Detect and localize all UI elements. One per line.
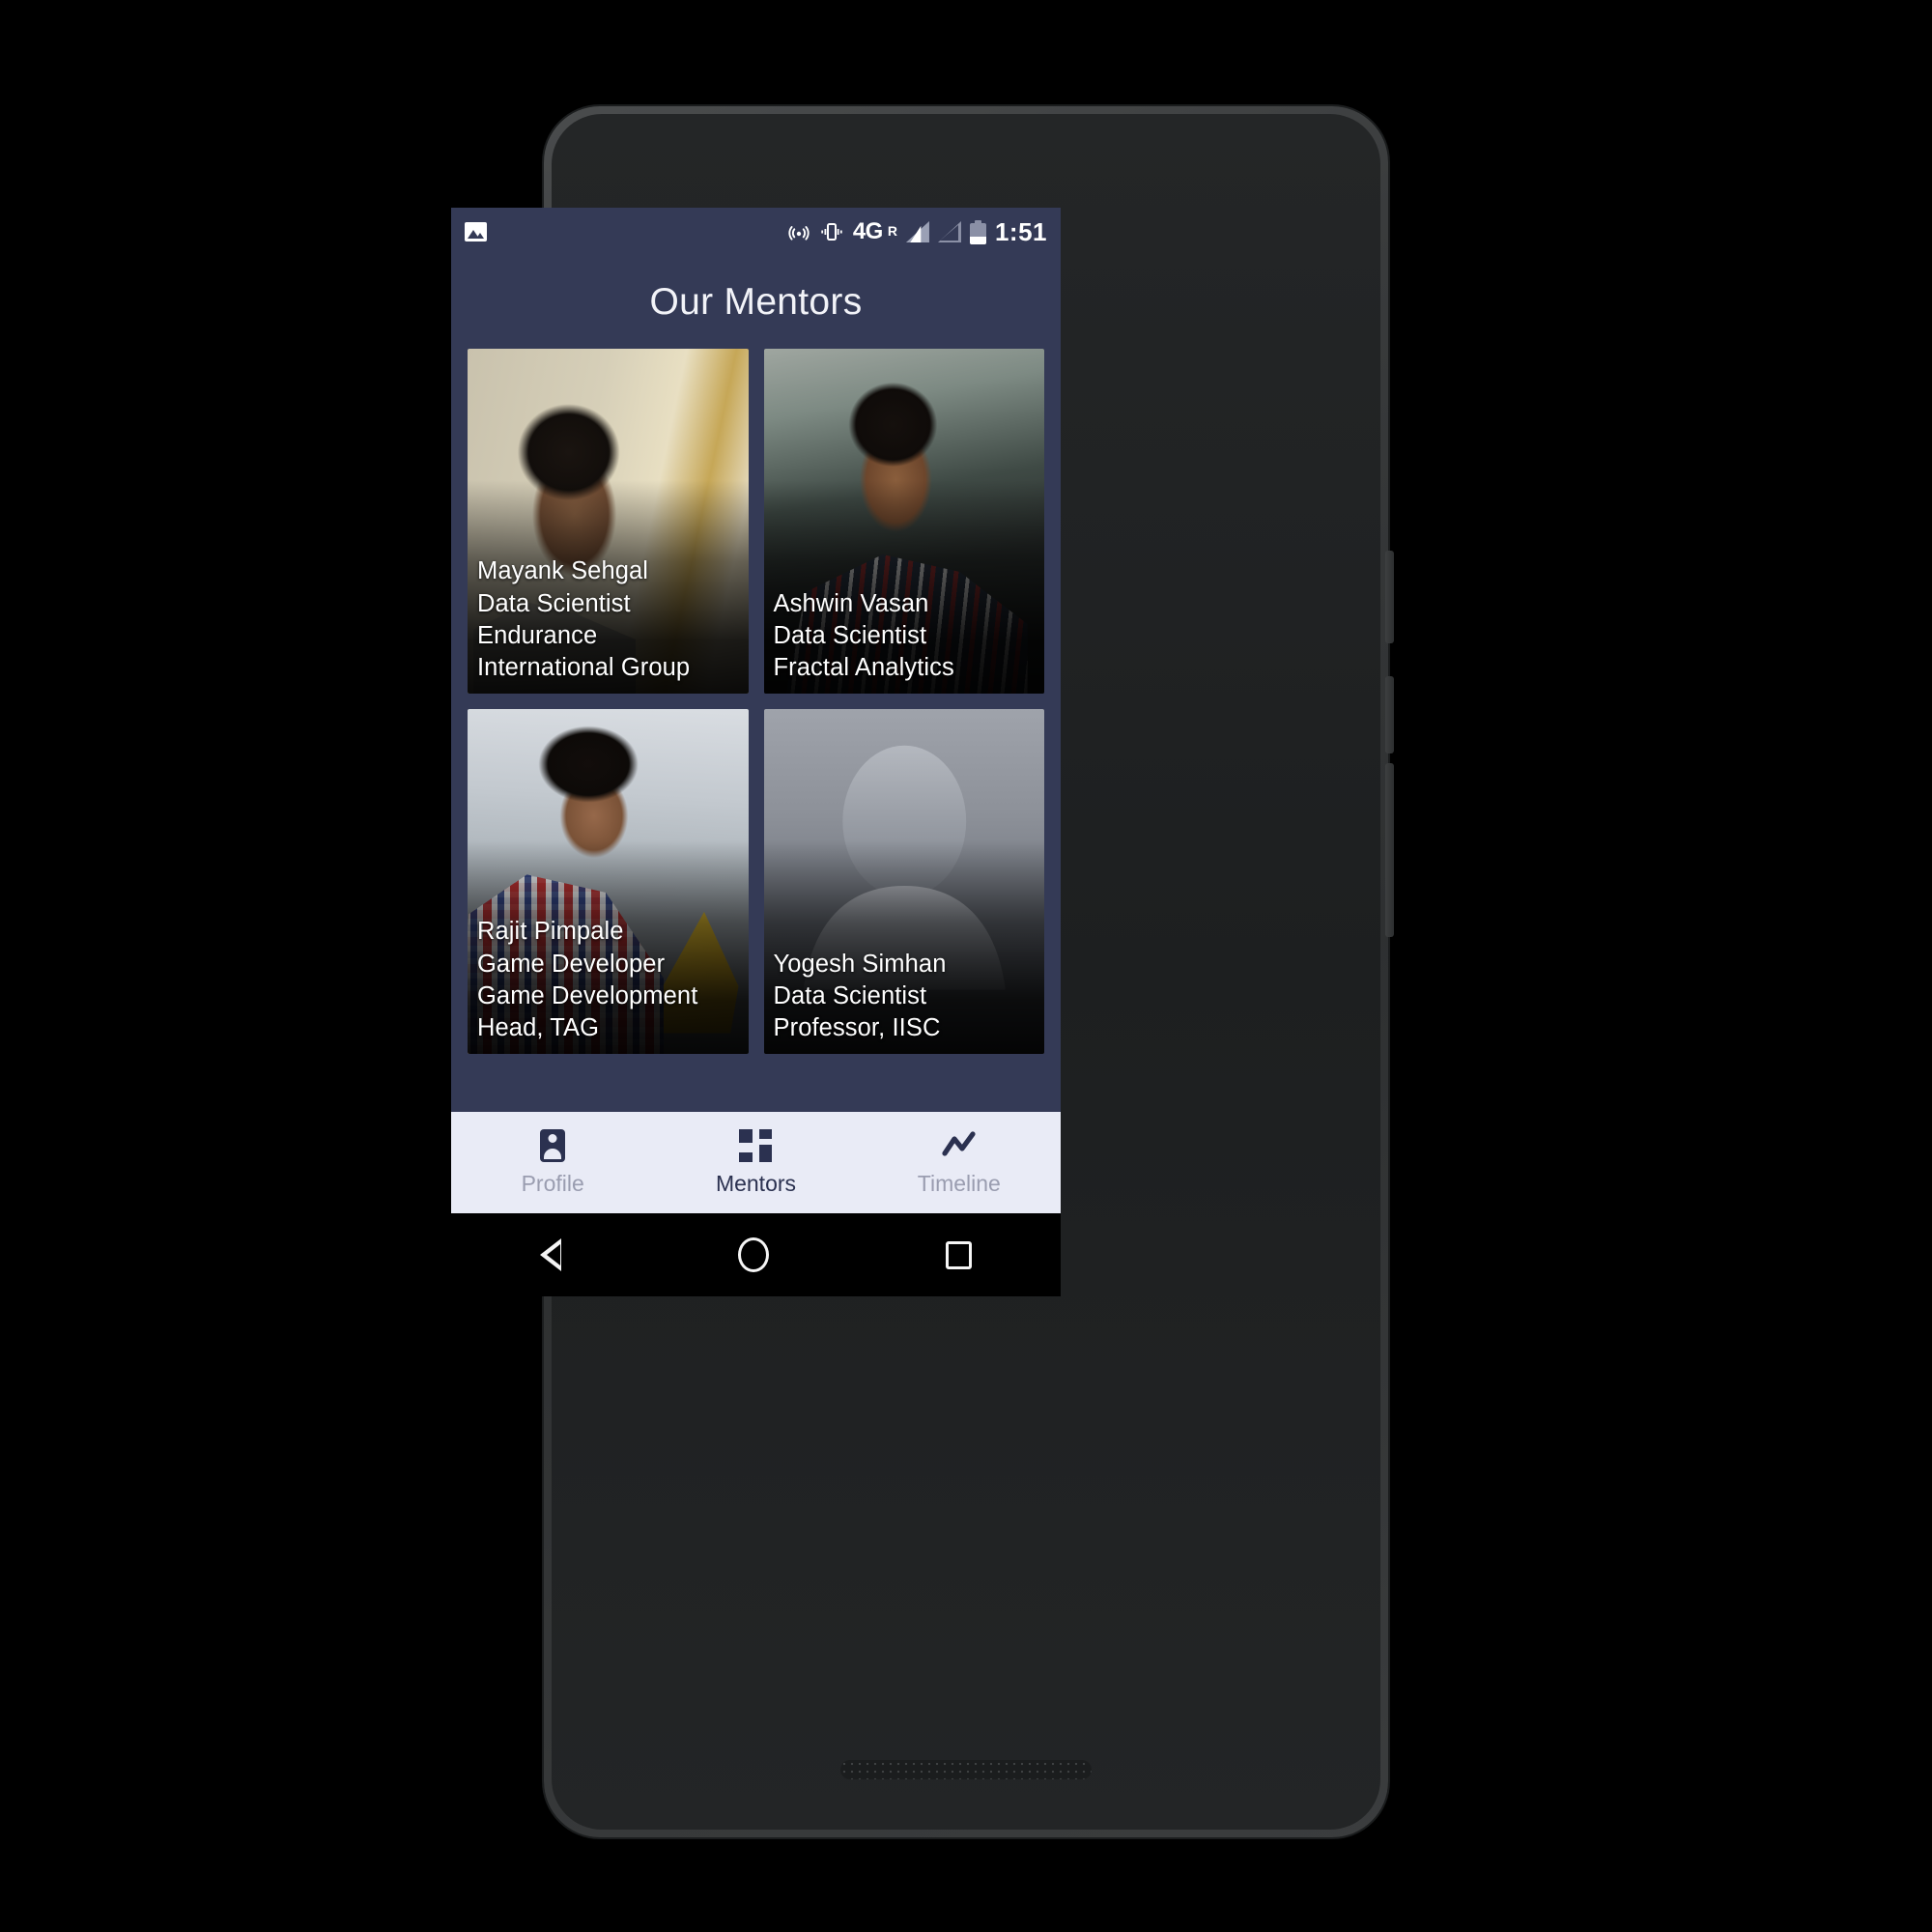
mentor-card[interactable]: Rajit Pimpale Game Developer Game Develo… xyxy=(468,709,749,1054)
bottom-speaker xyxy=(840,1760,1092,1779)
network-type-label: 4G xyxy=(852,218,884,244)
battery-icon xyxy=(969,219,986,244)
nav-tab-label: Timeline xyxy=(917,1170,1001,1196)
status-bar-clock: 1:51 xyxy=(994,216,1047,246)
mentor-card[interactable]: Mayank Sehgal Data Scientist Endurance I… xyxy=(468,349,749,694)
recents-square-icon[interactable] xyxy=(946,1240,973,1269)
screenshot-canvas: 4G R 1:51 Our Mentors Mayank Sehgal Data… xyxy=(0,0,1932,1932)
mentors-grid: Mayank Sehgal Data Scientist Endurance I… xyxy=(451,349,1061,1054)
nav-tab-label: Mentors xyxy=(715,1170,797,1196)
mentor-info: Rajit Pimpale Game Developer Game Develo… xyxy=(477,916,741,1044)
mentor-role: Data Scientist xyxy=(773,621,927,649)
contact-badge-icon xyxy=(534,1128,571,1164)
signal-empty-icon xyxy=(937,221,961,242)
mentor-card[interactable]: Ashwin Vasan Data Scientist Fractal Anal… xyxy=(763,349,1044,694)
mentor-name: Mayank Sehgal xyxy=(477,557,649,585)
android-system-nav xyxy=(451,1213,1061,1296)
mentor-org: Endurance International Group xyxy=(477,621,691,681)
mentor-name: Yogesh Simhan xyxy=(773,950,947,978)
vibrate-icon xyxy=(821,223,842,241)
phone-screen: 4G R 1:51 Our Mentors Mayank Sehgal Data… xyxy=(451,208,1061,1296)
volume-up-button[interactable] xyxy=(1385,676,1394,753)
dashboard-grid-icon xyxy=(737,1128,774,1164)
mentor-role: Data Scientist xyxy=(477,589,631,617)
photo-icon xyxy=(465,222,487,242)
power-button[interactable] xyxy=(1385,551,1394,643)
roaming-indicator: R xyxy=(887,222,897,239)
signal-icon xyxy=(905,221,929,242)
home-circle-icon[interactable] xyxy=(737,1237,769,1272)
nav-tab-label: Profile xyxy=(521,1170,584,1196)
mentor-info: Mayank Sehgal Data Scientist Endurance I… xyxy=(477,555,741,684)
mentor-org: Game Development Head, TAG xyxy=(477,981,698,1041)
mentor-role: Game Developer xyxy=(477,950,666,978)
mentor-org: Fractal Analytics xyxy=(773,653,954,681)
nav-tab-mentors[interactable]: Mentors xyxy=(654,1112,857,1213)
page-title: Our Mentors xyxy=(649,281,863,323)
mentor-card[interactable]: Yogesh Simhan Data Scientist Professor, … xyxy=(763,709,1044,1054)
app-bar: Our Mentors xyxy=(451,256,1061,349)
trend-line-icon xyxy=(941,1129,978,1164)
status-bar: 4G R 1:51 xyxy=(451,208,1061,256)
mentor-role: Data Scientist xyxy=(773,981,927,1009)
mentor-info: Yogesh Simhan Data Scientist Professor, … xyxy=(774,949,1037,1044)
cast-icon xyxy=(788,226,810,241)
back-triangle-icon[interactable] xyxy=(539,1238,561,1271)
status-bar-right: 4G R 1:51 xyxy=(787,217,1047,247)
mentor-info: Ashwin Vasan Data Scientist Fractal Anal… xyxy=(774,588,1037,684)
bottom-navigation-bar: Profile Mentors Timeline xyxy=(451,1112,1061,1213)
nav-tab-profile[interactable]: Profile xyxy=(451,1112,654,1213)
status-bar-left xyxy=(465,222,487,242)
mentor-org: Professor, IISC xyxy=(773,1013,941,1041)
volume-down-button[interactable] xyxy=(1385,763,1394,937)
mentor-name: Ashwin Vasan xyxy=(773,589,929,617)
nav-tab-timeline[interactable]: Timeline xyxy=(858,1112,1061,1213)
mentor-name: Rajit Pimpale xyxy=(477,918,624,946)
